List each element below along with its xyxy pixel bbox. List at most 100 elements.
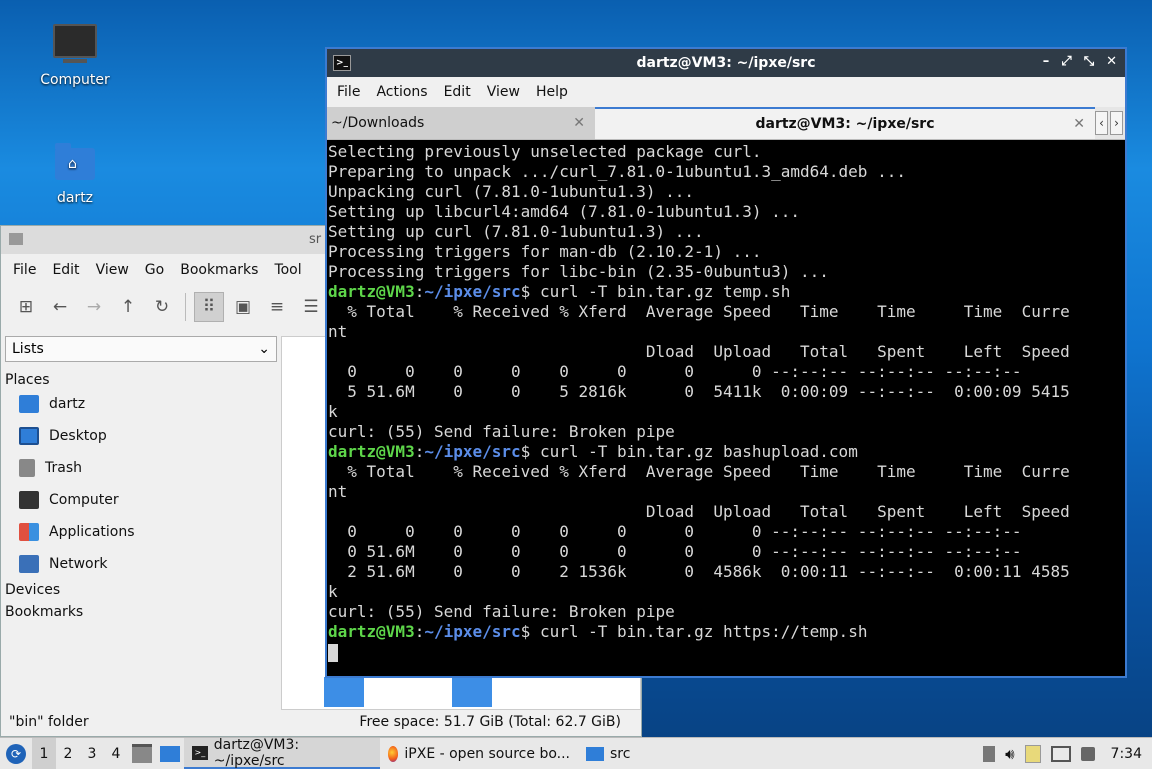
terminal-line: Selecting previously unselected package … xyxy=(328,142,762,161)
tab-downloads[interactable]: ~/Downloads ✕ xyxy=(327,107,595,139)
restore-icon[interactable]: ⤡ xyxy=(1084,54,1094,69)
menu-go[interactable]: Go xyxy=(137,262,172,278)
terminal-prompt-line: dartz@VM3:~/ipxe/src$ curl -T bin.tar.gz… xyxy=(328,622,1125,642)
devices-heading[interactable]: Devices xyxy=(5,582,277,598)
terminal-line: % Total % Received % Xferd Average Speed… xyxy=(328,462,1070,481)
home-folder-icon: ⌂ xyxy=(55,143,95,180)
clock[interactable]: 7:34 xyxy=(1111,746,1142,762)
applications-icon xyxy=(19,523,39,541)
place-label: Network xyxy=(49,556,108,572)
firefox-icon xyxy=(388,745,399,762)
reload-icon[interactable]: ↻ xyxy=(147,292,177,322)
taskbar: ⟳ 1 2 3 4 >_ dartz@VM3: ~/ipxe/src iPXE … xyxy=(0,737,1152,769)
network-status-icon[interactable] xyxy=(1050,745,1071,762)
menu-help[interactable]: Help xyxy=(528,84,576,100)
forward-icon[interactable]: → xyxy=(79,292,109,322)
text-cursor xyxy=(328,643,338,662)
close-icon[interactable]: ✕ xyxy=(1106,54,1117,69)
place-desktop[interactable]: Desktop xyxy=(5,420,277,452)
compact-view-icon[interactable]: ≡ xyxy=(262,292,292,322)
back-icon[interactable]: ← xyxy=(45,292,75,322)
prompt-user: dartz@VM3 xyxy=(328,442,415,461)
chevron-right-icon[interactable]: › xyxy=(1110,111,1123,135)
volume-icon[interactable]: 🔊︎ xyxy=(1005,745,1014,763)
menu-edit[interactable]: Edit xyxy=(436,84,479,100)
desktop-icon-computer[interactable]: Computer xyxy=(30,24,120,88)
menu-view[interactable]: View xyxy=(88,262,137,278)
task-label: src xyxy=(610,745,631,762)
side-pane-mode-select[interactable]: Lists ⌄ xyxy=(5,336,277,362)
menu-file[interactable]: File xyxy=(329,84,368,100)
terminal-line: k xyxy=(328,402,338,421)
menu-edit[interactable]: Edit xyxy=(44,262,87,278)
thumbnail-view-icon[interactable]: ▣ xyxy=(228,292,258,322)
terminal-line: nt xyxy=(328,482,348,501)
lubuntu-logo-icon: ⟳ xyxy=(6,743,26,764)
terminal-line: Setting up libcurl4:amd64 (7.81.0-1ubunt… xyxy=(328,202,801,221)
place-computer[interactable]: Computer xyxy=(5,484,277,516)
place-dartz[interactable]: dartz xyxy=(5,388,277,420)
chevron-left-icon[interactable]: ‹ xyxy=(1095,111,1108,135)
desktop-switch-1[interactable]: 1 xyxy=(32,738,56,769)
place-label: dartz xyxy=(49,396,86,412)
folder-icon[interactable] xyxy=(452,677,492,707)
up-icon[interactable]: ↑ xyxy=(113,292,143,322)
desktop-switch-4[interactable]: 4 xyxy=(104,738,128,769)
menu-view[interactable]: View xyxy=(479,84,528,100)
tab-label: ~/Downloads xyxy=(331,115,425,131)
terminal-line: curl: (55) Send failure: Broken pipe xyxy=(328,602,675,621)
menu-file[interactable]: File xyxy=(5,262,44,278)
terminal-line: nt xyxy=(328,322,348,341)
close-tab-icon[interactable]: ✕ xyxy=(573,115,585,131)
terminal-prompt-line: dartz@VM3:~/ipxe/src$ curl -T bin.tar.gz… xyxy=(328,442,1125,462)
terminal-output[interactable]: Selecting previously unselected package … xyxy=(327,140,1125,662)
minimize-icon[interactable]: – xyxy=(1043,54,1050,69)
network-icon xyxy=(19,555,39,573)
folder-icon[interactable] xyxy=(324,677,364,707)
menu-bookmarks[interactable]: Bookmarks xyxy=(172,262,266,278)
desktop-switch-3[interactable]: 3 xyxy=(80,738,104,769)
maximize-icon[interactable]: ⤢ xyxy=(1061,54,1071,69)
desktop-launcher-button[interactable] xyxy=(156,738,184,769)
task-file-manager[interactable]: src xyxy=(578,738,698,769)
removable-media-icon[interactable] xyxy=(1024,744,1041,763)
toolbar-divider xyxy=(185,293,186,321)
terminal-titlebar[interactable]: >_ dartz@VM3: ~/ipxe/src – ⤢ ⤡ ✕ xyxy=(327,49,1125,77)
terminal-line: Processing triggers for libc-bin (2.35-0… xyxy=(328,262,829,281)
notification-icon[interactable] xyxy=(1080,746,1095,761)
icon-view-icon[interactable]: ⠿ xyxy=(194,292,224,322)
task-terminal[interactable]: >_ dartz@VM3: ~/ipxe/src xyxy=(184,737,380,769)
place-trash[interactable]: Trash xyxy=(5,452,277,484)
terminal-line: Setting up curl (7.81.0-1ubuntu1.3) ... xyxy=(328,222,704,241)
clipboard-icon[interactable] xyxy=(983,745,996,762)
place-network[interactable]: Network xyxy=(5,548,277,580)
task-firefox[interactable]: iPXE - open source bo... xyxy=(380,738,578,769)
terminal-line: Dload Upload Total Spent Left Speed xyxy=(328,502,1070,521)
prompt-path: ~/ipxe/src xyxy=(424,442,521,461)
new-tab-icon[interactable]: ⊞ xyxy=(11,292,41,322)
desktop-icon-dartz[interactable]: ⌂ dartz xyxy=(30,143,120,206)
terminal-tabbar: ~/Downloads ✕ dartz@VM3: ~/ipxe/src ✕ ‹ … xyxy=(327,107,1125,140)
prompt-user: dartz@VM3 xyxy=(328,282,415,301)
menu-actions[interactable]: Actions xyxy=(368,84,435,100)
desktop-switch-2[interactable]: 2 xyxy=(56,738,80,769)
show-desktop-button[interactable] xyxy=(128,738,156,769)
place-applications[interactable]: Applications xyxy=(5,516,277,548)
close-tab-icon[interactable]: ✕ xyxy=(1073,116,1085,132)
places-heading: Places xyxy=(5,372,50,388)
detailed-list-view-icon[interactable]: ☰ xyxy=(296,292,326,322)
tab-ipxe-src[interactable]: dartz@VM3: ~/ipxe/src ✕ xyxy=(595,107,1095,139)
home-folder-icon xyxy=(19,395,39,413)
terminal-line: 0 51.6M 0 0 0 0 0 0 --:--:-- --:--:-- --… xyxy=(328,542,1022,561)
chevron-down-icon: ⌄ xyxy=(258,341,270,357)
terminal-line: 0 0 0 0 0 0 0 0 --:--:-- --:--:-- --:--:… xyxy=(328,522,1022,541)
menu-tools[interactable]: Tool xyxy=(266,262,309,278)
task-label: iPXE - open source bo... xyxy=(404,745,570,762)
terminal-window: >_ dartz@VM3: ~/ipxe/src – ⤢ ⤡ ✕ File Ac… xyxy=(325,47,1127,678)
terminal-line: Processing triggers for man-db (2.10.2-1… xyxy=(328,242,762,261)
tab-label: dartz@VM3: ~/ipxe/src xyxy=(755,116,935,132)
app-menu-button[interactable]: ⟳ xyxy=(0,738,32,769)
computer-icon xyxy=(19,491,39,509)
bookmarks-heading[interactable]: Bookmarks xyxy=(5,604,277,620)
terminal-icon: >_ xyxy=(192,745,208,760)
